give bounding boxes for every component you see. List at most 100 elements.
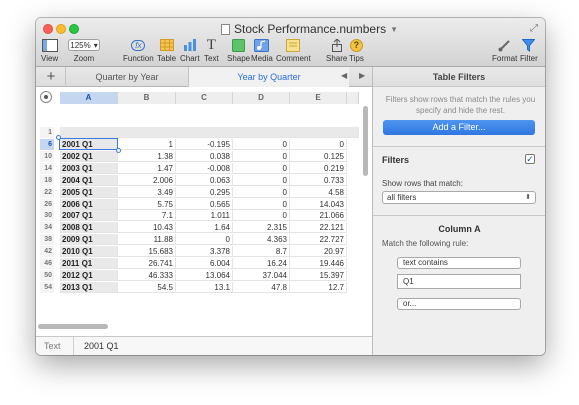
cell-d[interactable]: 37.044	[233, 270, 290, 281]
filter-button[interactable]: Filter	[520, 38, 538, 63]
row-number[interactable]: 38	[40, 234, 54, 245]
cell-e[interactable]: 0.219	[290, 163, 347, 174]
tab-year-by-quarter[interactable]: Year by Quarter	[189, 67, 349, 87]
cell-e[interactable]: 4.58	[290, 187, 347, 198]
cell-c[interactable]: 0.295	[176, 187, 233, 198]
match-mode-select[interactable]: all filters ⬍	[382, 191, 536, 204]
cell-d[interactable]: 2.315	[233, 222, 290, 233]
cell-d[interactable]: 0	[233, 163, 290, 174]
cell-a[interactable]: 2002 Q1	[60, 151, 118, 162]
cell-b[interactable]: 3.49	[118, 187, 176, 198]
cell-b[interactable]: 1	[118, 139, 176, 150]
window-title[interactable]: Stock Performance.numbers ▼	[221, 22, 398, 36]
cell-c[interactable]: 1.64	[176, 222, 233, 233]
cell-b[interactable]: 26.741	[118, 258, 176, 269]
cell-b[interactable]: 5.75	[118, 199, 176, 210]
select-table-button[interactable]	[40, 91, 52, 103]
format-button[interactable]: Format	[492, 38, 517, 63]
cell-b[interactable]: 1.47	[118, 163, 176, 174]
minimize-window-button[interactable]	[56, 24, 66, 34]
cell-c[interactable]: 13.1	[176, 282, 233, 293]
cell-e[interactable]: 20.97	[290, 246, 347, 257]
cell-b[interactable]: 10.43	[118, 222, 176, 233]
cell-a[interactable]: 2010 Q1	[60, 246, 118, 257]
row-number[interactable]: 54	[40, 282, 54, 293]
cell-b[interactable]: 54.5	[118, 282, 176, 293]
cell-c[interactable]: 6.004	[176, 258, 233, 269]
cell-a[interactable]: 2008 Q1	[60, 222, 118, 233]
row-number[interactable]: 26	[40, 199, 54, 210]
cell-a[interactable]: 2011 Q1	[60, 258, 118, 269]
spreadsheet-canvas[interactable]: A B C D E 1 6 2001 Q1 1 -0.195 0 0 10 2002 Q1 1.…	[36, 88, 372, 336]
add-or-rule-button[interactable]: or...	[397, 298, 521, 310]
add-sheet-button[interactable]: +	[42, 68, 60, 85]
cell-e[interactable]: 22.727	[290, 234, 347, 245]
cell-value-display[interactable]: 2001 Q1	[84, 341, 119, 351]
row-number[interactable]: 6	[40, 139, 54, 150]
cell-c[interactable]: 3.378	[176, 246, 233, 257]
cell-c[interactable]: 0.038	[176, 151, 233, 162]
filters-enabled-checkbox[interactable]: ✓	[525, 154, 535, 164]
cell-c[interactable]: 1.011	[176, 210, 233, 221]
cell-a[interactable]: 2005 Q1	[60, 187, 118, 198]
vertical-scrollbar[interactable]	[363, 106, 368, 176]
cell-e[interactable]: 22.121	[290, 222, 347, 233]
tab-scroll-left-button[interactable]: ◀	[341, 71, 347, 80]
tab-quarter-by-year[interactable]: Quarter by Year	[65, 67, 189, 87]
zoom-select[interactable]: 125% ▾	[68, 39, 100, 51]
cell-d[interactable]: 4.363	[233, 234, 290, 245]
tab-scroll-right-button[interactable]: ▶	[359, 71, 365, 80]
cell-e[interactable]: 12.7	[290, 282, 347, 293]
row-number[interactable]: 46	[40, 258, 54, 269]
cell-d[interactable]: 0	[233, 187, 290, 198]
comment-button[interactable]: Comment	[276, 38, 311, 63]
cell-d[interactable]: 0	[233, 139, 290, 150]
cell-d[interactable]: 16.24	[233, 258, 290, 269]
cell-a[interactable]: 2013 Q1	[60, 282, 118, 293]
cell-a[interactable]: 2006 Q1	[60, 199, 118, 210]
row-number[interactable]: 34	[40, 222, 54, 233]
shape-button[interactable]: Shape	[227, 38, 250, 63]
cell-e[interactable]: 14.043	[290, 199, 347, 210]
table-button[interactable]: Table	[157, 38, 176, 63]
cell-e[interactable]: 0.125	[290, 151, 347, 162]
cell-e[interactable]: 21.066	[290, 210, 347, 221]
cell-b[interactable]: 11.88	[118, 234, 176, 245]
row-number[interactable]: 14	[40, 163, 54, 174]
horizontal-scrollbar[interactable]	[38, 324, 108, 329]
cell-e[interactable]: 15.397	[290, 270, 347, 281]
cell-a[interactable]: 2012 Q1	[60, 270, 118, 281]
fullscreen-icon[interactable]: ⤢	[530, 23, 538, 34]
cell-e[interactable]: 0.733	[290, 175, 347, 186]
media-button[interactable]: Media	[251, 38, 273, 63]
selection-handle-bottom-right[interactable]	[116, 148, 121, 153]
row-number[interactable]: 10	[40, 151, 54, 162]
cell-d[interactable]: 0	[233, 175, 290, 186]
cell-a[interactable]: 2009 Q1	[60, 234, 118, 245]
zoom-control[interactable]: 125% ▾ Zoom	[68, 38, 100, 63]
column-header-c[interactable]: C	[176, 92, 233, 104]
cell-d[interactable]: 8.7	[233, 246, 290, 257]
zoom-window-button[interactable]	[69, 24, 79, 34]
view-button[interactable]: View	[41, 38, 58, 63]
cell-a[interactable]: 2007 Q1	[60, 210, 118, 221]
cell-c[interactable]: 0	[176, 234, 233, 245]
cell-b[interactable]: 2.006	[118, 175, 176, 186]
cell-a[interactable]: 2003 Q1	[60, 163, 118, 174]
table-header-row[interactable]	[60, 127, 359, 138]
cell-b[interactable]: 15.683	[118, 246, 176, 257]
rule-operator-popup[interactable]: text contains	[397, 257, 521, 269]
add-filter-button[interactable]: Add a Filter...	[383, 120, 535, 135]
row-number[interactable]: 30	[40, 210, 54, 221]
cell-b[interactable]: 46.333	[118, 270, 176, 281]
text-button[interactable]: T Text	[204, 37, 219, 64]
chart-button[interactable]: Chart	[180, 38, 200, 63]
close-window-button[interactable]	[43, 24, 53, 34]
function-button[interactable]: fx Function	[123, 38, 154, 63]
cell-d[interactable]: 47.8	[233, 282, 290, 293]
cell-b[interactable]: 7.1	[118, 210, 176, 221]
selection-handle-top-left[interactable]	[56, 135, 61, 140]
cell-d[interactable]: 0	[233, 210, 290, 221]
row-number[interactable]: 18	[40, 175, 54, 186]
row-number[interactable]: 50	[40, 270, 54, 281]
